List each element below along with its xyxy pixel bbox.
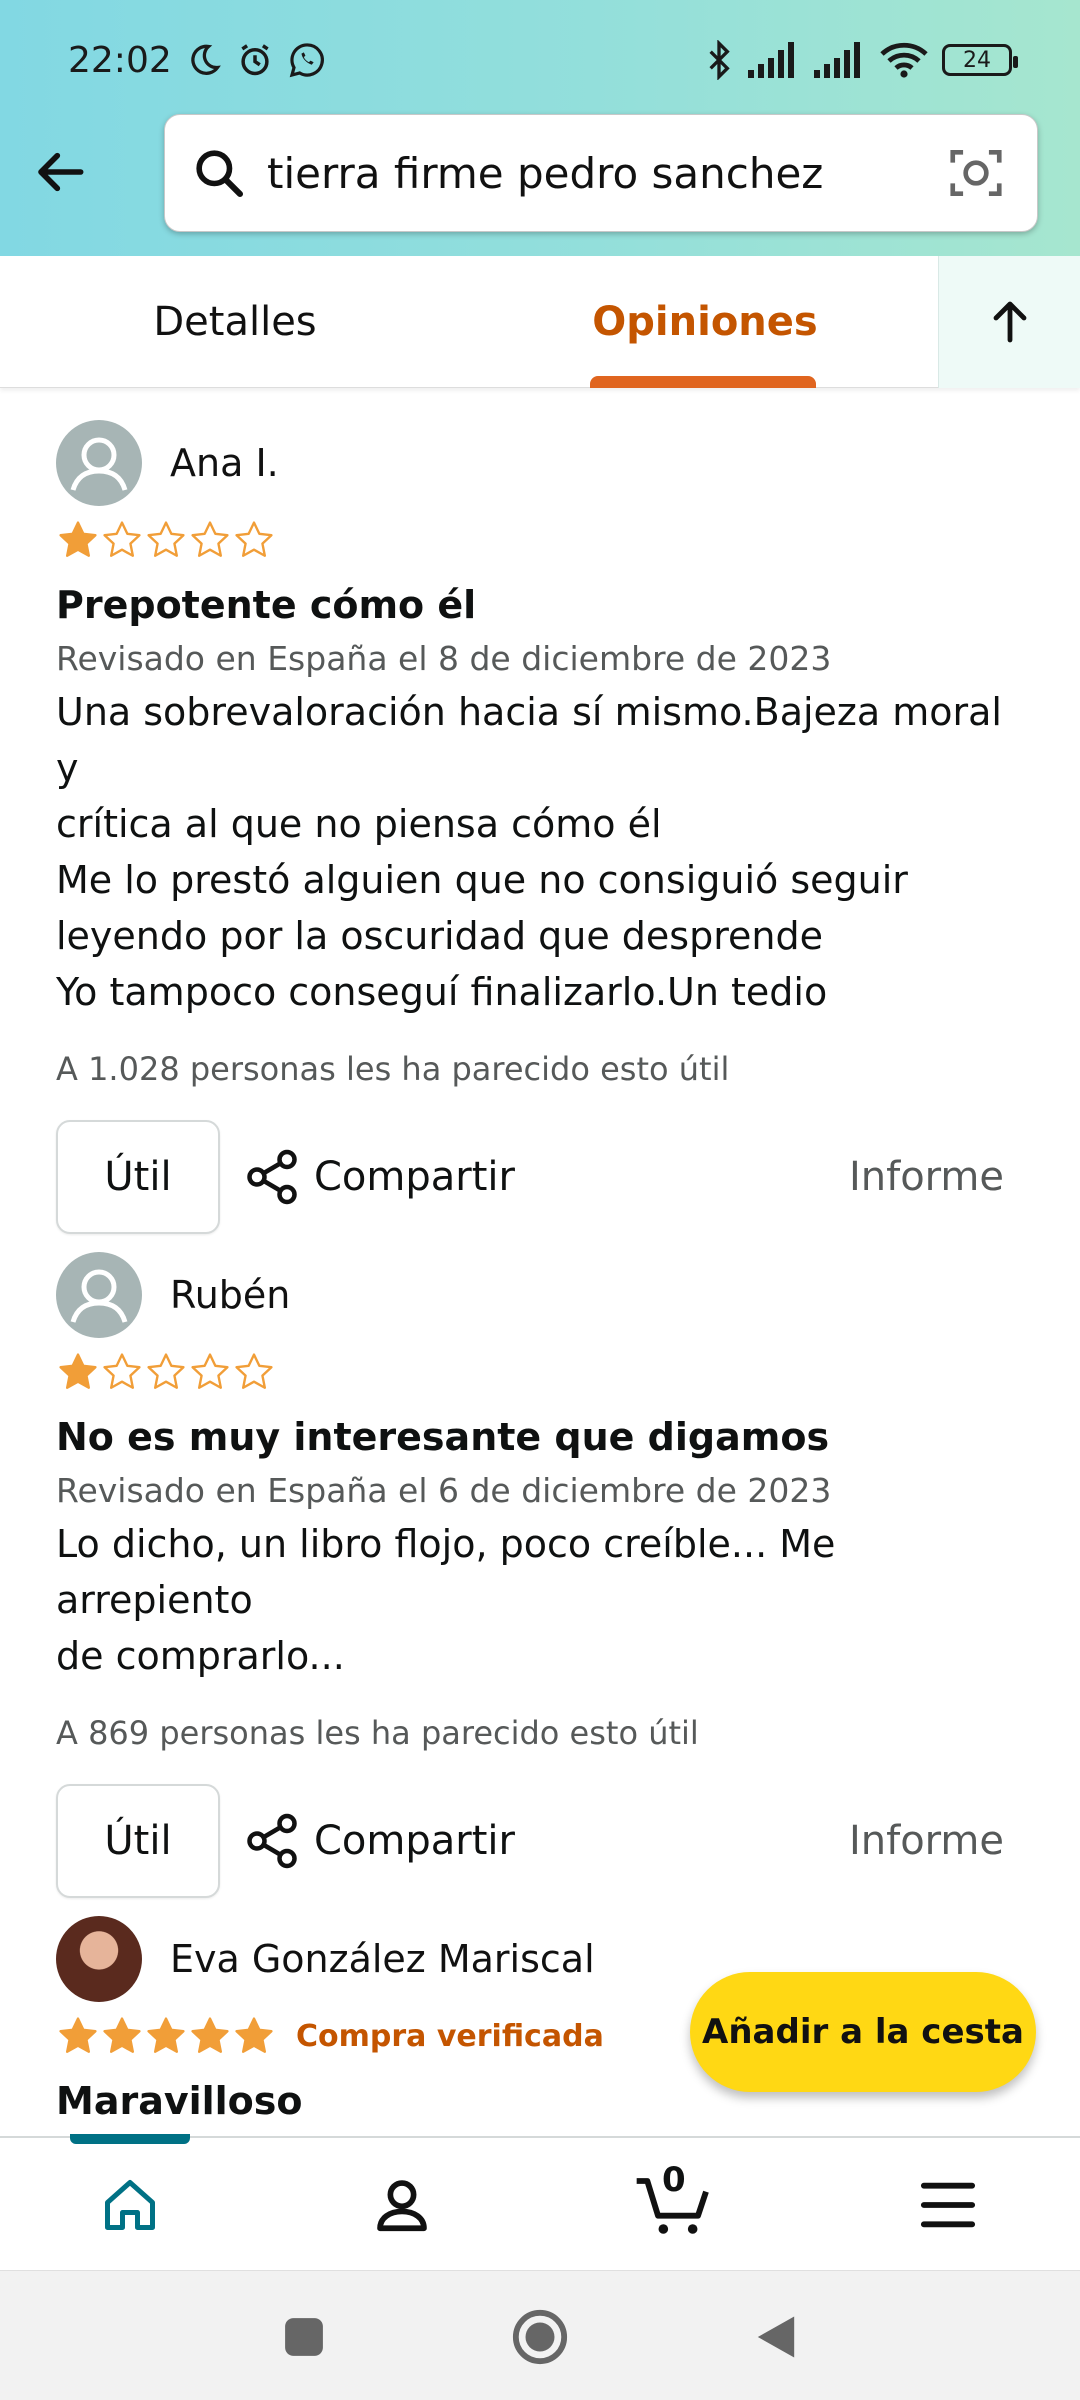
bottom-navigation: 0 (0, 2134, 1080, 2272)
recents-button[interactable] (272, 2305, 336, 2369)
tab-reviews[interactable]: Opiniones (560, 256, 850, 388)
verified-purchase-badge: Compra verificada (296, 2018, 604, 2054)
review-title: No es muy interesante que digamos (56, 1415, 830, 1459)
tab-details[interactable]: Detalles (80, 256, 390, 388)
reviewer-name: Rubén (170, 1273, 291, 1317)
avatar (56, 1916, 142, 2002)
bluetooth-icon (709, 40, 730, 80)
star-filled-icon (147, 2017, 185, 2053)
report-link[interactable]: Informe (849, 1154, 1004, 1200)
helpful-button[interactable]: Útil (56, 1120, 220, 1234)
star-filled-icon (59, 1353, 97, 1389)
clock: 22:02 (68, 39, 172, 81)
review-body-line: Yo tampoco conseguí finalizarlo.Un tedio (56, 970, 828, 1014)
review-body-line: de comprarlo... (56, 1634, 345, 1678)
status-bar: 22:02 24 (68, 30, 1018, 90)
share-button[interactable]: Compartir (242, 1147, 515, 1207)
top-header: 22:02 24 tierra firme pedro sanchez (0, 0, 1080, 256)
system-navigation (0, 2270, 1080, 2400)
add-to-cart-button[interactable]: Añadir a la cesta (690, 1972, 1036, 2092)
star-empty-icon (103, 521, 141, 557)
star-empty-icon (235, 1353, 273, 1389)
signal-icon (748, 42, 794, 78)
search-input[interactable]: tierra firme pedro sanchez (267, 149, 945, 198)
nav-cart[interactable]: 0 (604, 2138, 744, 2272)
triangle-back-icon (757, 2316, 795, 2358)
battery-level: 24 (963, 47, 991, 73)
circle-icon (512, 2309, 568, 2365)
reviewer-name: Ana I. (170, 441, 279, 485)
home-button[interactable] (508, 2305, 572, 2369)
nav-home[interactable] (60, 2138, 200, 2272)
wifi-icon (880, 42, 928, 78)
review-body-line: Me lo prestó alguien que no consiguió se… (56, 858, 908, 902)
whatsapp-icon (289, 43, 324, 78)
back-system-button[interactable] (744, 2305, 808, 2369)
review-date: Revisado en España el 6 de diciembre de … (56, 1471, 832, 1510)
search-bar[interactable]: tierra firme pedro sanchez (164, 114, 1038, 232)
star-empty-icon (191, 1353, 229, 1389)
star-filled-icon (235, 2017, 273, 2053)
active-tab-indicator (590, 376, 816, 388)
star-filled-icon (103, 2017, 141, 2053)
tab-bar: Detalles Opiniones (0, 256, 1080, 388)
arrow-up-icon (993, 301, 1026, 343)
review-card: Rubén No es muy interesante que digamos … (56, 1252, 1036, 1900)
hamburger-menu-icon (920, 2182, 976, 2228)
user-icon (70, 1269, 128, 1323)
review-body-line: leyendo por la oscuridad que desprende (56, 914, 823, 958)
star-rating (56, 518, 276, 562)
review-card: Ana I. Prepotente cómo él Revisado en Es… (56, 420, 1036, 1236)
nav-account[interactable] (332, 2138, 472, 2272)
helpful-button[interactable]: Útil (56, 1784, 220, 1898)
reviewer-name: Eva González Mariscal (170, 1937, 595, 1981)
cart-count: 0 (662, 2160, 686, 2200)
camera-search-icon[interactable] (945, 142, 1007, 204)
share-icon (247, 1149, 297, 1205)
star-empty-icon (235, 521, 273, 557)
moon-icon (191, 44, 221, 75)
alarm-icon (241, 44, 269, 76)
review-date: Revisado en España el 8 de diciembre de … (56, 639, 832, 678)
star-filled-icon (191, 2017, 229, 2053)
square-icon (285, 2318, 323, 2356)
arrow-left-icon (38, 152, 84, 192)
helpful-count: A 869 personas les ha parecido esto útil (56, 1714, 699, 1752)
account-icon (377, 2180, 427, 2232)
star-empty-icon (147, 521, 185, 557)
share-icon (247, 1813, 297, 1869)
avatar (56, 420, 142, 506)
share-label: Compartir (314, 1154, 515, 1200)
share-label: Compartir (314, 1818, 515, 1864)
star-filled-icon (59, 521, 97, 557)
star-empty-icon (147, 1353, 185, 1389)
back-button[interactable] (30, 140, 94, 204)
scroll-top-button[interactable] (938, 256, 1080, 388)
share-button[interactable]: Compartir (242, 1811, 515, 1871)
battery-icon: 24 (942, 44, 1018, 76)
star-filled-icon (59, 2017, 97, 2053)
review-title: Prepotente cómo él (56, 583, 477, 627)
review-body: Lo dicho, un libro flojo, poco creíble..… (56, 1516, 1036, 1684)
star-rating (56, 1350, 276, 1394)
home-icon (105, 2180, 155, 2230)
search-icon (196, 150, 244, 198)
review-body-line: Una sobrevaloración hacia sí mismo.Bajez… (56, 690, 1002, 790)
report-link[interactable]: Informe (849, 1818, 1004, 1864)
avatar (56, 1252, 142, 1338)
review-body-line: Lo dicho, un libro flojo, poco creíble..… (56, 1522, 836, 1622)
star-rating (56, 2014, 276, 2058)
signal-icon-2 (814, 42, 860, 78)
star-empty-icon (191, 521, 229, 557)
review-body: Una sobrevaloración hacia sí mismo.Bajez… (56, 684, 1036, 1020)
star-empty-icon (103, 1353, 141, 1389)
review-body-line: crítica al que no piensa cómo él (56, 802, 662, 846)
nav-menu[interactable] (878, 2138, 1018, 2272)
helpful-count: A 1.028 personas les ha parecido esto út… (56, 1050, 730, 1088)
user-icon (70, 437, 128, 491)
